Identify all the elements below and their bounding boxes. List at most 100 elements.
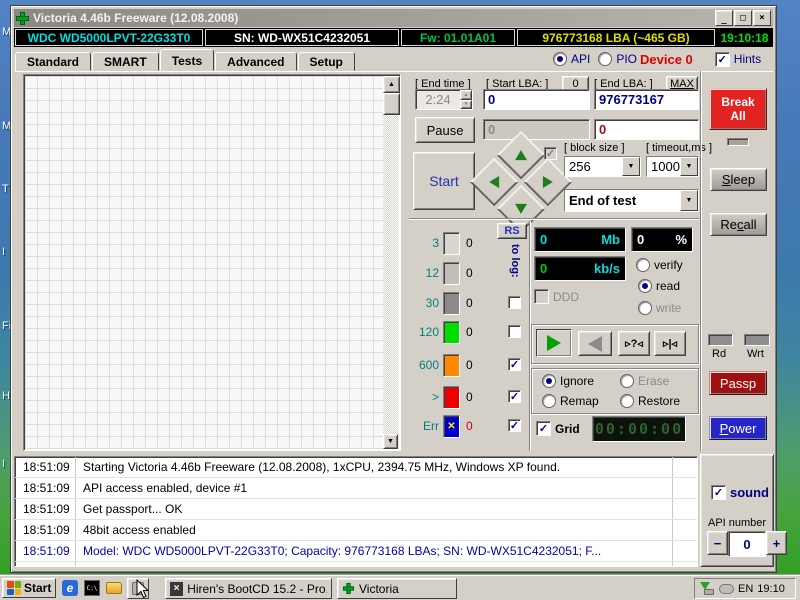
hints-checkbox[interactable] bbox=[715, 52, 730, 67]
tab-setup[interactable]: Setup bbox=[298, 52, 355, 71]
scroll-up-button[interactable]: ▲ bbox=[383, 76, 400, 93]
sound-checkbox[interactable] bbox=[711, 485, 726, 500]
end-time-value: 2:24 bbox=[416, 90, 460, 109]
spin-down-icon[interactable]: ▼ bbox=[460, 100, 472, 110]
timeout-dropdown[interactable]: 10000 ▼ bbox=[646, 156, 699, 177]
hardware-eject-icon[interactable] bbox=[700, 582, 715, 596]
grid-label: Grid bbox=[555, 422, 580, 436]
desktop-icon-label[interactable]: H bbox=[2, 390, 10, 402]
log-row[interactable]: 18:51:09 48bit access enabled bbox=[15, 520, 697, 541]
api-minus-button[interactable]: − bbox=[707, 531, 728, 555]
spin-up-icon[interactable]: ▲ bbox=[460, 90, 472, 100]
tray-clock[interactable]: 19:10 bbox=[757, 583, 785, 595]
taskbar-victoria-button[interactable]: Victoria bbox=[337, 578, 457, 599]
log-row[interactable]: 18:51:09 Model: WDC WD5000LPVT-22G33T0; … bbox=[15, 541, 697, 562]
ddd-checkbox[interactable] bbox=[534, 289, 549, 304]
close-button[interactable]: × bbox=[753, 10, 771, 26]
verify-option[interactable]: verify bbox=[636, 258, 683, 272]
log-row[interactable]: 18:51:09 Starting Victoria 4.46b Freewar… bbox=[15, 457, 697, 478]
back-icon bbox=[588, 336, 602, 352]
read-option[interactable]: read bbox=[638, 279, 680, 293]
taskbar-hirens-button[interactable]: × Hiren's BootCD 15.2 - Pro... bbox=[165, 578, 332, 599]
maximize-button[interactable]: □ bbox=[734, 10, 752, 26]
tray-device-icon[interactable] bbox=[719, 584, 734, 594]
error-count-field[interactable]: 0 bbox=[594, 119, 699, 140]
test-action-dropdown[interactable]: End of test ▼ bbox=[564, 189, 699, 212]
log-30-checkbox[interactable] bbox=[508, 296, 521, 309]
sound-option[interactable]: sound bbox=[711, 485, 769, 500]
log-err-checkbox[interactable] bbox=[508, 419, 521, 432]
play-button[interactable] bbox=[536, 329, 572, 357]
power-button[interactable]: Power bbox=[709, 416, 767, 440]
tab-advanced[interactable]: Advanced bbox=[215, 52, 296, 71]
write-radio[interactable] bbox=[638, 301, 652, 315]
seek-end-button[interactable]: ▹|◃ bbox=[654, 331, 686, 356]
sleep-button[interactable]: Sleep bbox=[710, 168, 767, 191]
recall-button[interactable]: Recall bbox=[710, 213, 767, 236]
api-plus-button[interactable]: + bbox=[766, 531, 787, 555]
pio-radio[interactable] bbox=[598, 52, 612, 66]
minimize-button[interactable]: _ bbox=[715, 10, 733, 26]
start-lba-input[interactable]: 0 bbox=[483, 89, 590, 110]
desktop-icon-label[interactable]: T bbox=[2, 183, 9, 195]
language-indicator[interactable]: EN bbox=[738, 583, 753, 595]
start-button[interactable]: Start bbox=[413, 152, 475, 210]
erase-option[interactable]: Erase bbox=[620, 374, 669, 388]
power-label: P bbox=[720, 421, 729, 436]
drive-serial: SN: WD-WX51C4232051 bbox=[205, 29, 399, 46]
ddd-option[interactable]: DDD bbox=[534, 289, 579, 304]
remap-option[interactable]: Remap bbox=[542, 394, 599, 408]
scroll-down-button[interactable]: ▼ bbox=[383, 434, 398, 449]
dropdown-arrow-icon[interactable]: ▼ bbox=[680, 157, 698, 176]
drive-capacity: 976773168 LBA (~465 GB) bbox=[517, 29, 715, 46]
api-number-stepper: − 0 + bbox=[707, 531, 787, 557]
desktop-icon-label[interactable]: I bbox=[2, 458, 5, 470]
write-option[interactable]: write bbox=[638, 301, 681, 315]
grid-option[interactable]: Grid bbox=[536, 421, 580, 436]
dropdown-arrow-icon[interactable]: ▼ bbox=[680, 190, 698, 211]
end-lba-input[interactable]: 976773167 bbox=[594, 89, 699, 110]
read-radio[interactable] bbox=[638, 279, 652, 293]
hirens-button-label: Hiren's BootCD 15.2 - Pro... bbox=[187, 582, 327, 596]
log-120-checkbox[interactable] bbox=[508, 325, 521, 338]
divider bbox=[700, 71, 702, 451]
grid-scrollbar[interactable]: ▲ ▼ bbox=[383, 76, 399, 449]
api-radio[interactable] bbox=[553, 52, 567, 66]
quick-launch-app-icon[interactable]: e bbox=[62, 580, 78, 596]
scrollbar-thumb[interactable] bbox=[383, 93, 400, 115]
log-panel[interactable]: 18:51:09 Starting Victoria 4.46b Freewar… bbox=[14, 456, 698, 567]
ignore-option[interactable]: Ignore bbox=[542, 374, 594, 388]
log-gt-checkbox[interactable] bbox=[508, 390, 521, 403]
ignore-radio[interactable] bbox=[542, 374, 556, 388]
passp-button[interactable]: Passp bbox=[709, 371, 767, 395]
log-row[interactable]: 18:51:09 API access enabled, device #1 bbox=[15, 478, 697, 499]
dropdown-arrow-icon[interactable]: ▼ bbox=[622, 157, 640, 176]
rs-button[interactable]: RS bbox=[497, 223, 527, 239]
tab-smart[interactable]: SMART bbox=[92, 52, 159, 71]
block-size-dropdown[interactable]: 256 ▼ bbox=[564, 156, 641, 177]
log-600-checkbox[interactable] bbox=[508, 358, 521, 371]
sound-label: sound bbox=[730, 485, 769, 500]
title-bar[interactable]: Victoria 4.46b Freeware (12.08.2008) _ □… bbox=[14, 9, 773, 27]
desktop-icon-label[interactable]: I bbox=[2, 246, 5, 258]
taskbar: Start e C:\ × Hiren's BootCD 15.2 - Pro.… bbox=[0, 575, 800, 600]
verify-radio[interactable] bbox=[636, 258, 650, 272]
restore-option[interactable]: Restore bbox=[620, 394, 680, 408]
grid-checkbox[interactable] bbox=[536, 421, 551, 436]
command-prompt-icon[interactable]: C:\ bbox=[84, 580, 100, 596]
erase-radio[interactable] bbox=[620, 374, 634, 388]
end-time-spinner[interactable]: 2:24 ▲ ▼ bbox=[415, 89, 473, 110]
log-row[interactable]: 18:51:09 Get passport... OK bbox=[15, 499, 697, 520]
tab-standard[interactable]: Standard bbox=[15, 52, 91, 71]
tab-tests[interactable]: Tests bbox=[160, 49, 214, 71]
loop-checkbox[interactable] bbox=[544, 147, 557, 160]
folder-icon[interactable] bbox=[106, 582, 122, 594]
seek-error-button[interactable]: ▹?◃ bbox=[618, 331, 650, 356]
restore-radio[interactable] bbox=[620, 394, 634, 408]
start-button[interactable]: Start bbox=[2, 578, 56, 598]
speed-row-count: 0 bbox=[466, 419, 473, 433]
remap-radio[interactable] bbox=[542, 394, 556, 408]
break-all-button[interactable]: Break All bbox=[709, 88, 767, 130]
pause-button[interactable]: Pause bbox=[415, 117, 475, 143]
back-button[interactable] bbox=[578, 331, 612, 356]
